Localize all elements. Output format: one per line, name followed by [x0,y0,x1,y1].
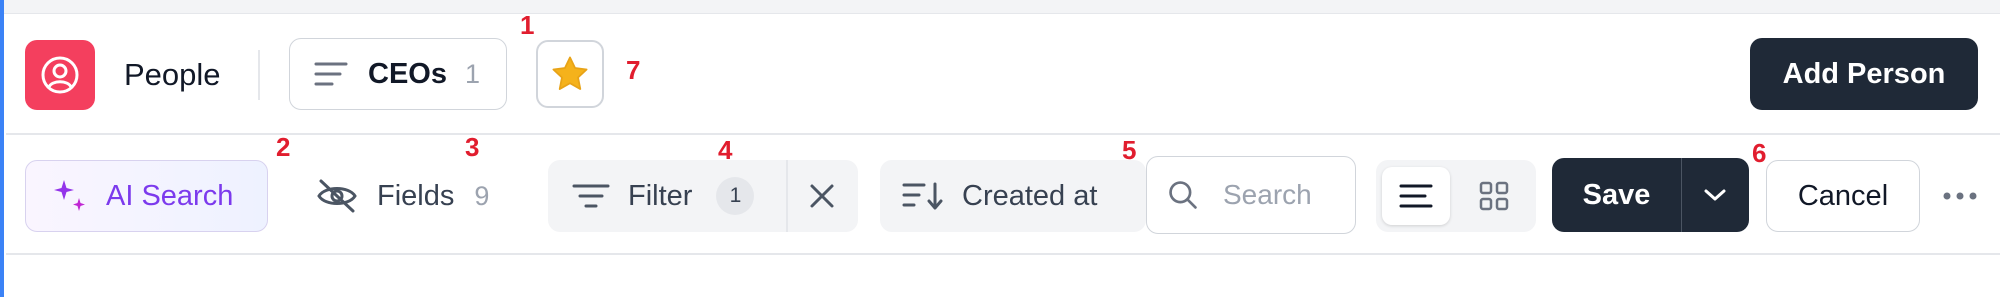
filter-count-badge: 1 [716,177,755,215]
marker-1: 1 [520,10,535,40]
more-horizontal-icon [1943,192,1977,200]
list-lines-icon [314,62,348,86]
sort-label: Created at [962,179,1098,212]
fields-label: Fields [377,179,455,212]
view-count: 1 [464,58,481,89]
sort-descending-icon [902,182,943,210]
save-group: Save [1552,158,1749,232]
filter-group: Filter 1 [548,160,858,232]
favorite-button[interactable] [536,40,604,108]
search-input[interactable] [1221,178,1355,212]
search-icon [1169,181,1197,209]
search-field[interactable] [1146,156,1356,234]
save-options-button[interactable] [1682,158,1748,232]
view-selector-button[interactable]: CEOs 1 [289,38,507,110]
clear-filter-button[interactable] [788,160,856,232]
view-label: CEOs [368,57,447,90]
marker-4: 4 [718,135,733,165]
save-button[interactable]: Save [1552,158,1682,232]
list-view-button[interactable] [1382,167,1450,225]
filter-button[interactable]: Filter 1 [548,160,788,232]
marker-7: 7 [626,55,641,85]
chevron-down-icon [1704,189,1726,201]
marker-2: 2 [276,132,291,162]
star-icon [552,56,588,90]
fields-button[interactable]: Fields 9 [305,160,515,232]
header-divider [6,133,2000,135]
fields-count: 9 [474,180,490,211]
app-icon [25,40,95,110]
ai-search-label: AI Search [106,179,234,212]
grid-view-button[interactable] [1460,167,1528,225]
header-separator [258,50,260,100]
marker-5: 5 [1122,135,1137,165]
ai-search-button[interactable]: AI Search [25,160,268,232]
add-person-button[interactable]: Add Person [1750,38,1978,110]
top-strip [0,0,2000,14]
sort-button[interactable]: Created at [880,160,1146,232]
sparkles-icon [54,180,85,211]
user-circle-icon [41,56,79,94]
eye-off-icon [317,179,357,213]
cancel-button[interactable]: Cancel [1766,160,1920,232]
view-mode-toggle [1376,160,1536,232]
marker-3: 3 [465,132,480,162]
list-view-icon [1399,184,1433,208]
window-edge [0,0,4,297]
marker-6: 6 [1752,138,1767,168]
more-options-button[interactable] [1938,174,1982,218]
page-title: People [124,57,221,92]
toolbar-divider [6,253,2000,255]
grid-view-icon [1479,181,1509,211]
filter-label: Filter [628,179,693,212]
filter-lines-icon [572,184,610,208]
close-icon [810,184,834,208]
